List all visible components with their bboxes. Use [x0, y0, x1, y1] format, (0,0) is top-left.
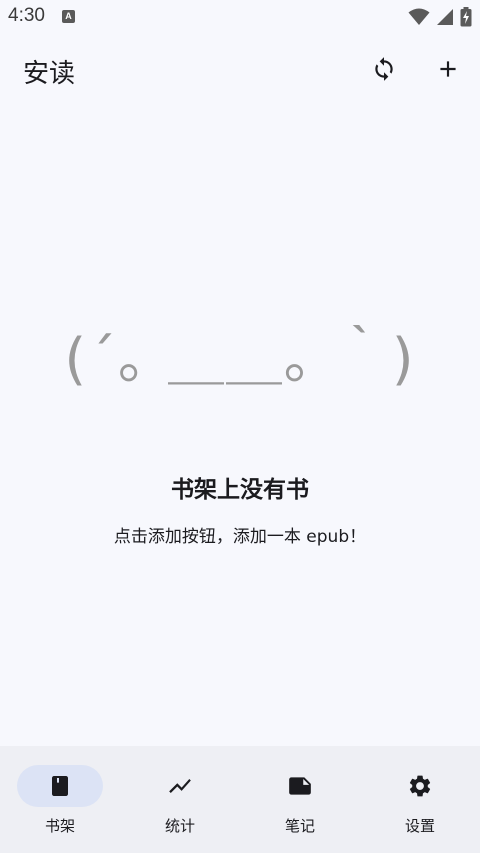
nav-pill	[137, 765, 223, 807]
nav-pill	[17, 765, 103, 807]
sync-button[interactable]	[360, 45, 408, 93]
note-icon	[289, 777, 311, 795]
wifi-icon	[408, 8, 430, 25]
sync-icon	[375, 57, 393, 81]
nav-label: 书架	[44, 817, 75, 835]
add-button[interactable]	[424, 45, 472, 93]
status-time: 4:30	[8, 5, 45, 26]
gear-icon	[409, 775, 431, 797]
trend-icon	[169, 778, 191, 794]
app-title: 安读	[23, 59, 76, 89]
kaomoji: (´｡ ＿＿｡ ｀)	[64, 327, 416, 392]
nav-label: 设置	[404, 817, 435, 835]
cell-signal-icon	[437, 9, 453, 25]
nav-item-notes[interactable]: 笔记	[240, 746, 360, 853]
battery-charging-icon	[460, 7, 472, 27]
nav-item-settings[interactable]: 设置	[360, 746, 480, 853]
empty-title: 书架上没有书	[171, 477, 309, 503]
nav-item-bookshelf[interactable]: 书架	[0, 746, 120, 853]
nav-pill	[257, 765, 343, 807]
empty-description: 点击添加按钮，添加一本 epub！	[113, 527, 367, 547]
nav-pill	[377, 765, 463, 807]
notification-icon: A	[62, 10, 75, 23]
nav-label: 笔记	[284, 817, 315, 835]
empty-state: (´｡ ＿＿｡ ｀) 书架上没有书 点击添加按钮，添加一本 epub！	[0, 300, 480, 547]
bottom-nav: 书架 统计 笔记 设置	[0, 746, 480, 853]
book-icon	[52, 776, 68, 796]
app-bar: 安读	[0, 34, 480, 106]
add-icon	[440, 61, 456, 77]
status-bar: 4:30 A	[0, 0, 480, 34]
status-icons	[408, 6, 472, 28]
nav-label: 统计	[164, 817, 195, 835]
nav-item-stats[interactable]: 统计	[120, 746, 240, 853]
